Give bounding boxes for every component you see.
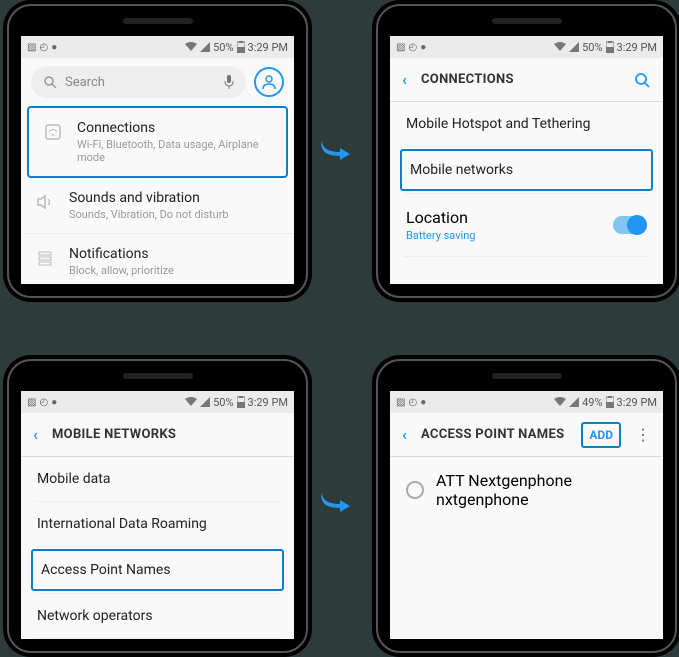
battery-icon	[606, 396, 614, 408]
time-text: 3:29 PM	[248, 396, 288, 409]
battery-text: 50%	[213, 396, 233, 409]
item-sub: Block, allow, prioritize	[69, 264, 280, 277]
notifications-icon	[35, 248, 55, 268]
page-title: CONNECTIONS	[421, 72, 619, 87]
icon-image: ▨	[396, 42, 405, 53]
item-sub: Sounds, Vibration, Do not disturb	[69, 208, 280, 221]
icon-clock: ◴	[39, 397, 48, 408]
signal-icon	[569, 397, 579, 407]
icon-dot: ●	[51, 397, 57, 408]
search-placeholder: Search	[65, 75, 105, 90]
apn-value: nxtgenphone	[436, 490, 647, 509]
icon-dot: ●	[51, 42, 57, 53]
icon-image: ▨	[396, 397, 405, 408]
settings-item-connections-highlight: Connections Wi-Fi, Bluetooth, Data usage…	[27, 106, 288, 178]
apn-radio[interactable]	[406, 481, 424, 499]
status-bar: ▨ ◴ ● 49% 3:29 PM	[390, 391, 663, 413]
item-sub: Battery saving	[406, 229, 601, 242]
phone-speaker	[123, 373, 193, 379]
arrow-icon	[320, 490, 352, 516]
battery-text: 50%	[213, 41, 233, 54]
list-item-mobile-networks-highlight[interactable]: Mobile networks	[400, 149, 653, 191]
wifi-icon	[554, 42, 566, 52]
profile-button[interactable]	[254, 67, 284, 97]
icon-clock: ◴	[39, 42, 48, 53]
list-item-location[interactable]: Location Battery saving	[390, 194, 663, 256]
arrow-icon	[320, 138, 352, 164]
signal-icon	[569, 42, 579, 52]
search-input[interactable]: Search	[31, 66, 246, 98]
icon-dot: ●	[420, 42, 426, 53]
icon-clock: ◴	[408, 42, 417, 53]
back-button[interactable]: ‹	[33, 425, 38, 444]
item-label: Mobile networks	[410, 162, 513, 178]
phone-settings-main: ▨ ◴ ● 50% 3:29 PM	[3, 0, 312, 302]
phone-speaker	[492, 373, 562, 379]
apn-name: ATT Nextgenphone	[436, 471, 647, 490]
item-sub: Wi-Fi, Bluetooth, Data usage, Airplane m…	[77, 138, 272, 164]
battery-icon	[606, 41, 614, 53]
connections-icon	[43, 122, 63, 142]
item-title: Notifications	[69, 246, 280, 262]
icon-dot: ●	[420, 397, 426, 408]
list-item-mobile-data[interactable]: Mobile data	[21, 457, 294, 501]
item-label: Access Point Names	[41, 562, 171, 578]
status-bar: ▨ ◴ ● 50% 3:29 PM	[21, 391, 294, 413]
wifi-icon	[185, 42, 197, 52]
time-text: 3:29 PM	[617, 396, 657, 409]
settings-item-connections[interactable]: Connections Wi-Fi, Bluetooth, Data usage…	[29, 108, 286, 176]
sound-icon	[35, 192, 55, 212]
wifi-icon	[554, 397, 566, 407]
settings-item-sounds[interactable]: Sounds and vibration Sounds, Vibration, …	[21, 178, 294, 234]
wifi-icon	[185, 397, 197, 407]
icon-image: ▨	[27, 42, 36, 53]
search-button[interactable]	[633, 71, 651, 89]
add-button-highlight[interactable]: ADD	[581, 422, 621, 448]
settings-item-notifications[interactable]: Notifications Block, allow, prioritize	[21, 234, 294, 284]
back-button[interactable]: ‹	[402, 70, 407, 89]
page-title: MOBILE NETWORKS	[52, 427, 282, 442]
status-bar: ▨ ◴ ● 50% 3:29 PM	[390, 36, 663, 58]
header: ‹ CONNECTIONS	[390, 58, 663, 102]
battery-text: 49%	[582, 396, 602, 409]
item-title: Connections	[77, 120, 272, 136]
signal-icon	[200, 42, 210, 52]
battery-icon	[237, 396, 245, 408]
list-item-apn-highlight[interactable]: Access Point Names	[31, 549, 284, 591]
battery-text: 50%	[582, 41, 602, 54]
mic-icon[interactable]	[224, 75, 234, 89]
item-title: Sounds and vibration	[69, 190, 280, 206]
search-icon	[43, 75, 57, 89]
time-text: 3:29 PM	[248, 41, 288, 54]
battery-icon	[237, 41, 245, 53]
item-title: Location	[406, 208, 601, 227]
back-button[interactable]: ‹	[402, 425, 407, 444]
phone-speaker	[123, 18, 193, 24]
phone-apn: ▨ ◴ ● 49% 3:29 PM ‹ ACCESS POINT NAMES A…	[372, 355, 679, 657]
time-text: 3:29 PM	[617, 41, 657, 54]
location-toggle[interactable]	[613, 216, 647, 234]
phone-mobile-networks: ▨ ◴ ● 50% 3:29 PM ‹ MOBILE NETWORKS Mobi…	[3, 355, 312, 657]
icon-clock: ◴	[408, 397, 417, 408]
list-item-hotspot[interactable]: Mobile Hotspot and Tethering	[390, 102, 663, 146]
phone-speaker	[492, 18, 562, 24]
page-title: ACCESS POINT NAMES	[421, 427, 567, 442]
signal-icon	[200, 397, 210, 407]
status-bar: ▨ ◴ ● 50% 3:29 PM	[21, 36, 294, 58]
apn-item[interactable]: ATT Nextgenphone nxtgenphone	[390, 457, 663, 523]
phone-connections: ▨ ◴ ● 50% 3:29 PM ‹ CONNECTIONS	[372, 0, 679, 302]
icon-image: ▨	[27, 397, 36, 408]
header: ‹ ACCESS POINT NAMES ADD ⋮	[390, 413, 663, 457]
list-item-roaming[interactable]: International Data Roaming	[21, 502, 294, 546]
list-item-operators[interactable]: Network operators	[21, 594, 294, 638]
header: ‹ MOBILE NETWORKS	[21, 413, 294, 457]
more-button[interactable]: ⋮	[635, 425, 651, 444]
